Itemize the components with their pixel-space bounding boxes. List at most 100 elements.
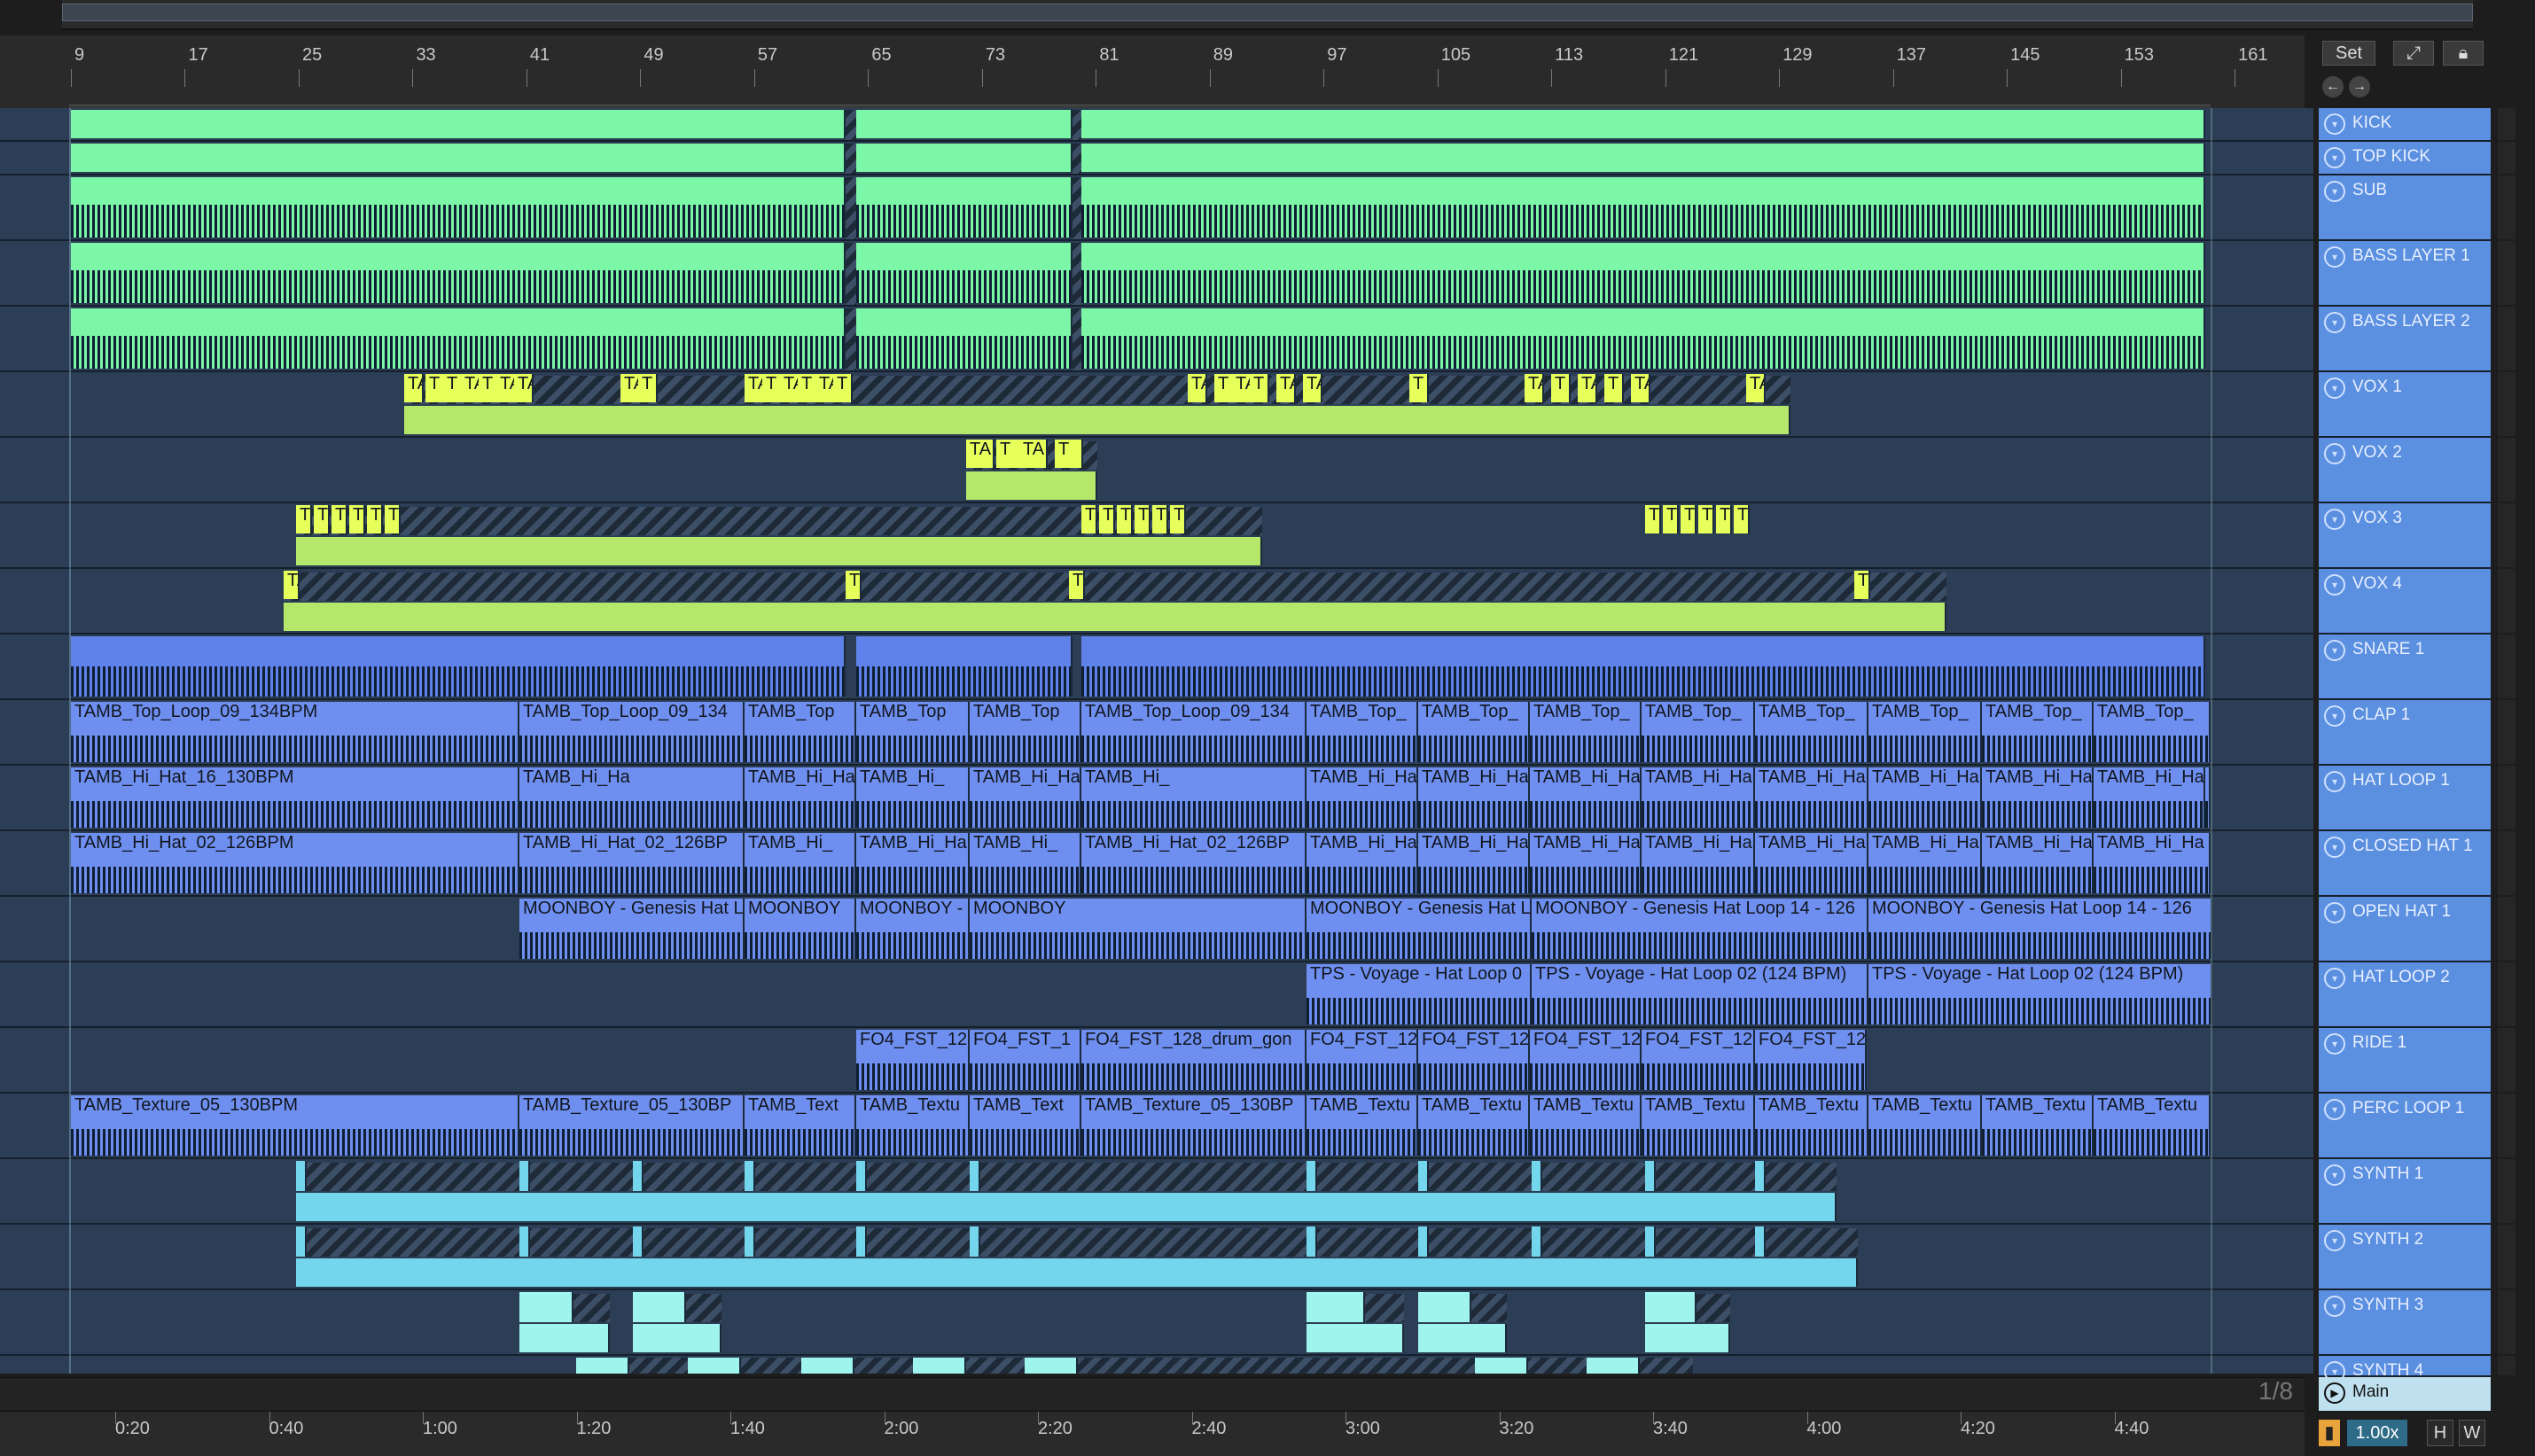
fold-icon[interactable]: ▾ <box>2324 113 2345 135</box>
clip[interactable] <box>633 1292 686 1322</box>
clip[interactable]: TA <box>514 374 534 402</box>
clip[interactable]: TAMB_Top_ <box>1982 702 2094 762</box>
fold-icon[interactable]: ▾ <box>2324 1296 2345 1317</box>
clip[interactable]: TAMB_Hi_ <box>1081 767 1306 828</box>
track-activator[interactable] <box>2498 700 2516 764</box>
lane-synth-3[interactable] <box>0 1290 2313 1356</box>
fold-icon[interactable]: ▾ <box>2324 574 2345 596</box>
clip[interactable]: T <box>385 505 401 533</box>
clip[interactable] <box>296 1193 1837 1221</box>
clip[interactable] <box>71 243 846 303</box>
arrangement-overview[interactable] <box>62 0 2473 30</box>
clip[interactable]: TAMB_Top <box>745 702 856 762</box>
clip[interactable]: T <box>1681 505 1696 533</box>
horizontal-scrollbar[interactable] <box>0 1377 2305 1410</box>
clip-start-marker[interactable] <box>519 1161 530 1191</box>
clip[interactable]: T <box>638 374 658 402</box>
clip[interactable]: T <box>1135 505 1150 533</box>
clip[interactable]: T <box>1081 505 1097 533</box>
clip[interactable]: FO4_FST_128_drum_gon <box>1081 1030 1306 1090</box>
clip[interactable]: TAMB_Top <box>970 702 1081 762</box>
h-button[interactable]: H <box>2427 1420 2453 1446</box>
lane-ride-1[interactable]: FO4_FST_12 FO4_FST_1 FO4_FST_128_drum_gon F… <box>0 1028 2313 1094</box>
clip-start-marker[interactable] <box>633 1226 644 1257</box>
clip[interactable]: TAMB_Textu <box>1530 1095 1642 1156</box>
clip[interactable]: TAMB_Hi_Hat_02_126BPM <box>71 833 519 893</box>
lane-kick[interactable] <box>0 108 2313 142</box>
clip[interactable] <box>1081 144 2205 172</box>
clip[interactable]: FO4_FST_12 <box>1755 1030 1867 1090</box>
fold-icon[interactable]: ▾ <box>2324 378 2345 399</box>
track-header-synth-3[interactable]: ▾ SYNTH 3 <box>2319 1290 2491 1356</box>
track-activator[interactable] <box>2498 1290 2516 1354</box>
clip[interactable]: TAMB_Top_ <box>1755 702 1868 762</box>
clip[interactable]: TAMB_Textu <box>856 1095 970 1156</box>
clip[interactable]: TAMB_Textu <box>1982 1095 2094 1156</box>
clip[interactable]: T <box>798 374 817 402</box>
clip[interactable]: FO4_FST_12 <box>1530 1030 1642 1090</box>
clip[interactable]: TAMB_Hi_Ha <box>1642 767 1755 828</box>
clip[interactable]: TAMB_Hi_Ha <box>1306 833 1418 893</box>
clip[interactable]: T <box>1117 505 1133 533</box>
track-header-top-kick[interactable]: ▾ TOP KICK <box>2319 142 2491 175</box>
clip[interactable] <box>296 1258 1858 1287</box>
time-ruler[interactable]: 0:20 0:40 1:00 1:20 1:40 2:00 2:20 2:40 3:00 3:20… <box>0 1411 2305 1456</box>
clip-start-marker[interactable] <box>1418 1161 1429 1191</box>
fold-icon[interactable]: ▾ <box>2324 1164 2345 1186</box>
clip[interactable]: TAMB_Top_Loop_09_134BPM <box>71 702 519 762</box>
clip[interactable]: TAMB_Textu <box>1868 1095 1982 1156</box>
clip[interactable] <box>1306 1292 1365 1322</box>
track-activator[interactable] <box>2498 372 2516 436</box>
clip[interactable]: TAMB_Top_ <box>1418 702 1530 762</box>
clip[interactable]: TAMB_Hi_ <box>856 767 970 828</box>
track-header-ride-1[interactable]: ▾ RIDE 1 <box>2319 1028 2491 1094</box>
lane-closed-hat-1[interactable]: TAMB_Hi_Hat_02_126BPM TAMB_Hi_Hat_02_126B… <box>0 831 2313 897</box>
track-activator[interactable] <box>2498 1028 2516 1092</box>
clip[interactable] <box>856 110 1072 138</box>
lane-synth-4[interactable] <box>0 1356 2313 1374</box>
clip[interactable]: TAMB_Hi_Ha <box>1418 767 1530 828</box>
clip[interactable]: TAMB_Hi_Ha <box>2094 767 2205 828</box>
clip[interactable] <box>519 1324 610 1352</box>
clip[interactable]: TAMB_Top_ <box>2094 702 2211 762</box>
fold-icon[interactable]: ▾ <box>2324 246 2345 268</box>
lane-snare-1[interactable] <box>0 635 2313 700</box>
clip[interactable]: TAMB_Hi_Ha <box>1755 767 1868 828</box>
clip[interactable]: T <box>1069 571 1085 599</box>
main-track-header[interactable]: ▶ Main <box>2319 1377 2491 1411</box>
play-icon[interactable]: ▶ <box>2324 1382 2345 1404</box>
set-button[interactable]: Set <box>2322 41 2375 66</box>
lane-sub[interactable] <box>0 175 2313 241</box>
clip-start-marker[interactable] <box>1645 1161 1656 1191</box>
clip[interactable]: TAMB_Top_ <box>1868 702 1982 762</box>
clip-start-marker[interactable] <box>1532 1226 1542 1257</box>
clip[interactable] <box>966 471 1097 500</box>
lane-synth-1[interactable] <box>0 1159 2313 1225</box>
clip[interactable] <box>856 308 1072 369</box>
clip-start-marker[interactable] <box>1755 1161 1766 1191</box>
track-header-sub[interactable]: ▾ SUB <box>2319 175 2491 241</box>
clip[interactable]: TA <box>404 374 424 402</box>
clip[interactable] <box>856 144 1072 172</box>
clip[interactable] <box>296 537 1262 565</box>
fold-icon[interactable]: ▾ <box>2324 312 2345 333</box>
clip[interactable] <box>284 603 1946 631</box>
clip[interactable]: TPS - Voyage - Hat Loop 02 (124 BPM) <box>1532 964 1868 1024</box>
clip[interactable]: TA <box>1746 374 1766 402</box>
clip[interactable]: T <box>1734 505 1750 533</box>
lane-synth-2[interactable] <box>0 1225 2313 1290</box>
track-header-clap-1[interactable]: ▾ CLAP 1 <box>2319 700 2491 766</box>
lane-clap-1[interactable]: TAMB_Top_Loop_09_134BPM TAMB_Top_Loop_09_… <box>0 700 2313 766</box>
clip[interactable] <box>1081 308 2205 369</box>
clip[interactable]: TA <box>461 374 480 402</box>
fold-icon[interactable]: ▾ <box>2324 1033 2345 1055</box>
lane-vox-2[interactable]: TA T TA T <box>0 438 2313 503</box>
clip[interactable]: TAMB_Hi_Ha <box>1755 833 1868 893</box>
fold-icon[interactable]: ▾ <box>2324 1230 2345 1251</box>
clip[interactable]: TAMB_Textu <box>1306 1095 1418 1156</box>
clip[interactable]: TA <box>1631 374 1650 402</box>
clip[interactable]: TAMB_Hi_Ha <box>1868 767 1982 828</box>
clip[interactable] <box>1418 1324 1507 1352</box>
clip[interactable]: TAMB_Hi_Hat_02_126BP <box>519 833 745 893</box>
clip[interactable]: TAMB_Top_Loop_09_134 <box>519 702 745 762</box>
